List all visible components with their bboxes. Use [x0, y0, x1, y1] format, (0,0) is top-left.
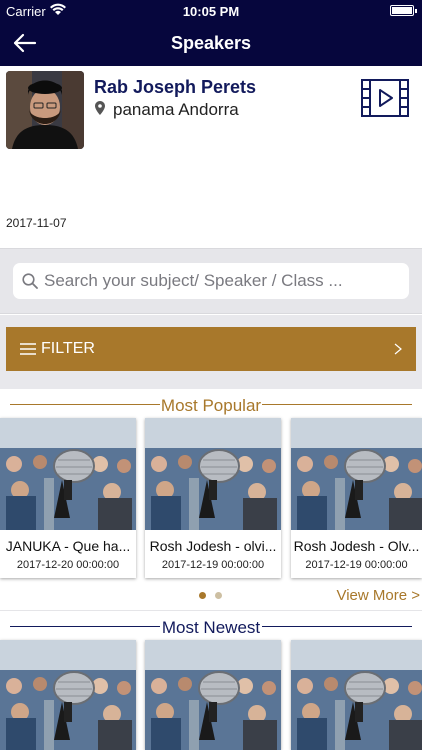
most-popular-header: Most Popular	[0, 393, 422, 417]
most-newest-header: Most Newest	[0, 615, 422, 639]
filter-label: FILTER	[41, 340, 95, 357]
section-divider	[0, 610, 422, 611]
lecture-date: 2017-12-19 00:00:00	[305, 559, 408, 571]
location-pin-icon	[95, 101, 105, 115]
search-box	[13, 263, 409, 299]
page-dot-active[interactable]	[199, 592, 206, 599]
lecture-card[interactable]	[145, 640, 281, 750]
speaker-avatar	[6, 71, 84, 149]
most-popular-title: Most Popular	[160, 396, 262, 415]
search-input[interactable]	[44, 267, 399, 295]
status-bar: Carrier 10:05 PM	[0, 0, 422, 22]
lecture-title: Rosh Jodesh - olvi...	[149, 538, 277, 554]
status-time: 10:05 PM	[182, 4, 240, 19]
speaker-name: Rab Joseph Perets	[94, 77, 257, 97]
speaker-profile: Rab Joseph Perets panama Andorra 2017-11…	[0, 66, 422, 248]
lecture-title: JANUKA - Que ha...	[5, 538, 131, 554]
search-icon	[22, 273, 38, 289]
page-dot[interactable]	[215, 592, 222, 599]
lecture-card[interactable]: JANUKA - Que ha... 2017-12-20 00:00:00	[0, 418, 136, 578]
speaker-date: 2017-11-07	[6, 216, 67, 230]
lecture-thumbnail	[145, 640, 281, 750]
most-newest-title: Most Newest	[161, 618, 261, 637]
lecture-thumbnail	[291, 640, 422, 750]
lecture-card[interactable]	[0, 640, 136, 750]
speaker-location: panama Andorra	[113, 100, 239, 119]
video-icon[interactable]	[361, 79, 409, 117]
filter-button[interactable]: FILTER	[6, 327, 416, 371]
nav-bar: Speakers	[0, 22, 422, 66]
lecture-date: 2017-12-20 00:00:00	[16, 559, 120, 571]
lecture-card[interactable]	[291, 640, 422, 750]
lecture-date: 2017-12-19 00:00:00	[161, 559, 265, 571]
search-bar-area	[0, 248, 422, 314]
menu-icon	[20, 343, 36, 355]
chevron-right-icon	[394, 343, 402, 355]
divider-line	[262, 404, 412, 405]
lecture-thumbnail	[291, 418, 422, 530]
battery-icon	[390, 5, 417, 16]
lecture-card[interactable]: Rosh Jodesh - Olv... 2017-12-19 00:00:00	[291, 418, 422, 578]
lecture-thumbnail	[0, 418, 136, 530]
lecture-card[interactable]: Rosh Jodesh - olvi... 2017-12-19 00:00:0…	[145, 418, 281, 578]
lecture-thumbnail	[145, 418, 281, 530]
filter-area: FILTER	[0, 315, 422, 389]
view-more-link[interactable]: View More >	[336, 587, 420, 604]
divider-line	[262, 626, 412, 627]
page-title: Speakers	[170, 33, 252, 53]
lecture-title: Rosh Jodesh - Olv...	[293, 538, 420, 554]
lecture-thumbnail	[0, 640, 136, 750]
